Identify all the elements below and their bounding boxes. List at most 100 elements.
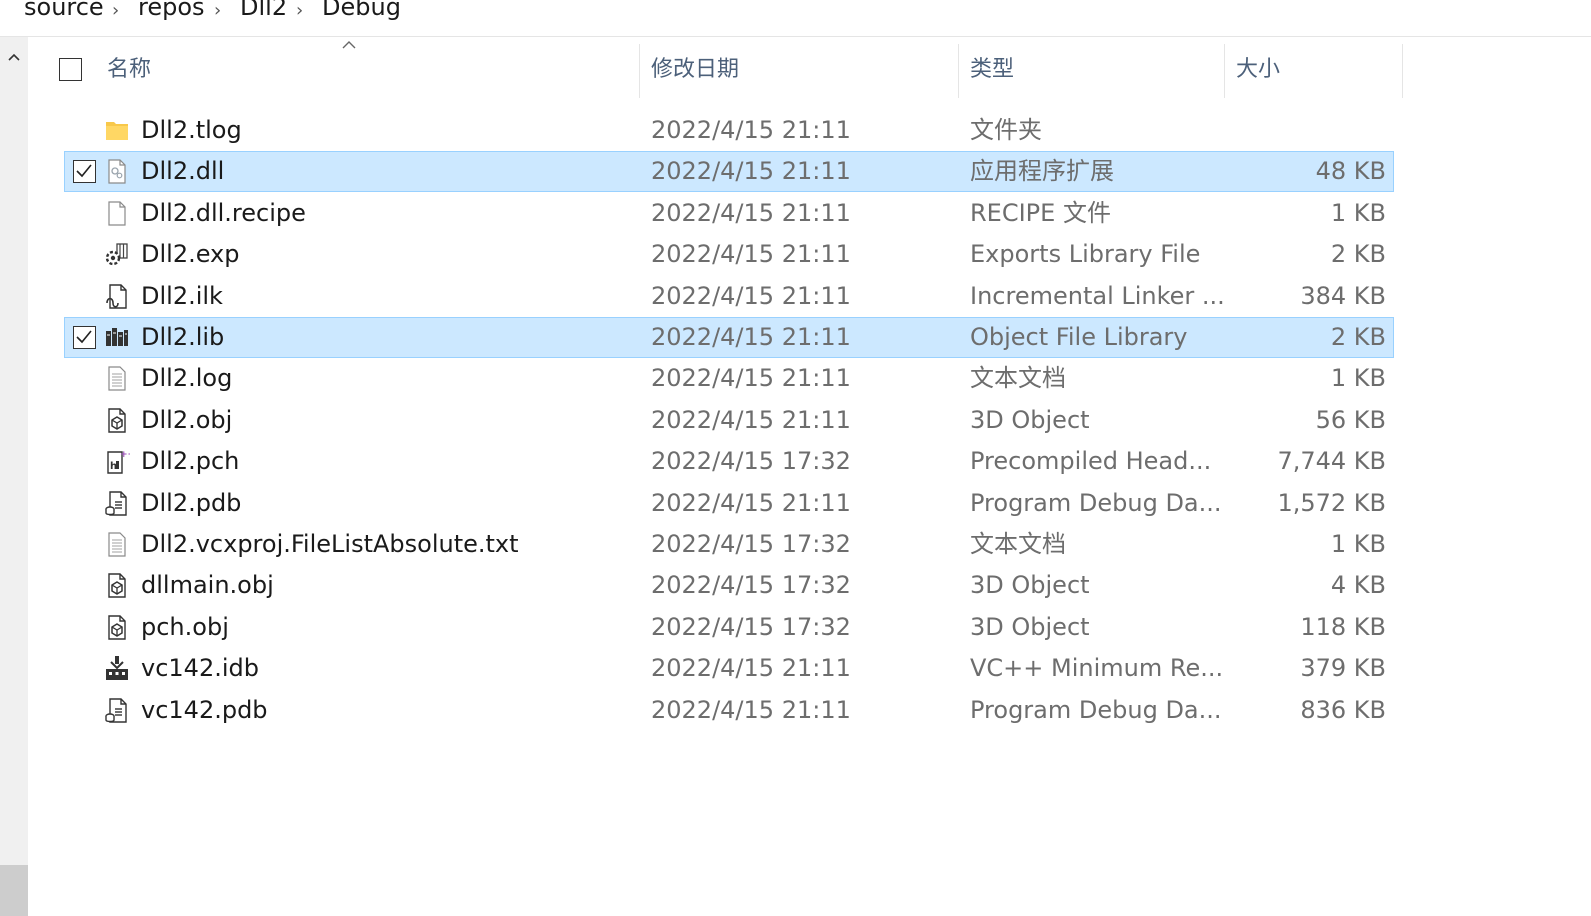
file-row[interactable]: Dll2.log 2022/4/15 21:11 文本文档 1 KB [64, 358, 1394, 399]
file-type: Program Debug Da... [970, 488, 1222, 517]
file-name: Dll2.ilk [141, 281, 223, 310]
file-type: Precompiled Head... [970, 447, 1212, 476]
file-name: Dll2.tlog [141, 116, 242, 144]
file-name: Dll2.pch [141, 447, 240, 476]
breadcrumb-item-dll2[interactable]: Dll2 [240, 0, 287, 22]
file-row[interactable]: Dll2.dll.recipe 2022/4/15 21:11 RECIPE 文件 1… [64, 193, 1394, 234]
rebuild-database-icon [104, 655, 130, 682]
file-date-modified: 2022/4/15 21:11 [651, 157, 851, 186]
file-size: 4 KB [1330, 571, 1386, 600]
debug-database-icon [104, 490, 130, 517]
file-type: Program Debug Da... [970, 695, 1222, 724]
checkmark-icon [76, 330, 92, 344]
file-date-modified: 2022/4/15 21:11 [651, 654, 851, 683]
column-divider[interactable] [1224, 44, 1225, 98]
file-date-modified: 2022/4/15 17:32 [651, 447, 851, 476]
file-type: Exports Library File [970, 240, 1201, 269]
debug-database-icon [104, 697, 130, 724]
library-books-icon [104, 324, 130, 351]
scrollbar-thumb[interactable] [0, 865, 28, 916]
file-name: Dll2.obj [141, 405, 233, 434]
blank-file-icon [104, 200, 130, 227]
column-header-type[interactable]: 类型 [970, 46, 1014, 98]
scroll-up-icon[interactable] [5, 49, 23, 67]
select-all-checkbox[interactable] [59, 58, 82, 81]
text-file-icon [104, 531, 130, 558]
folder-icon [104, 117, 130, 144]
breadcrumb-item-debug[interactable]: Debug [322, 0, 401, 22]
file-name: dllmain.obj [141, 571, 274, 600]
navigation-pane-scrollbar[interactable] [0, 37, 28, 916]
file-row[interactable]: vc142.idb 2022/4/15 21:11 VC++ Minimum Re.… [64, 648, 1394, 689]
file-type: VC++ Minimum Re... [970, 654, 1224, 683]
file-row[interactable]: vc142.pdb 2022/4/15 21:11 Program Debug Da… [64, 690, 1394, 731]
file-row[interactable]: Dll2.obj 2022/4/15 21:11 3D Object 56 KB [64, 400, 1394, 441]
row-checkbox[interactable] [73, 326, 96, 349]
file-type: 文本文档 [970, 364, 1066, 393]
file-name: Dll2.dll [141, 157, 225, 186]
3d-object-icon [104, 572, 130, 599]
file-row[interactable]: Dll2.tlog 2022/4/15 21:11 文件夹 [64, 110, 1394, 151]
breadcrumb-item-source[interactable]: source [24, 0, 104, 22]
svg-text:++: ++ [120, 450, 130, 460]
file-type: 3D Object [970, 571, 1090, 600]
file-size: 1 KB [1330, 198, 1386, 227]
breadcrumb-separator-icon: › [296, 0, 304, 21]
file-name: vc142.idb [141, 654, 259, 683]
file-type: RECIPE 文件 [970, 198, 1111, 227]
3d-object-icon [104, 614, 130, 641]
file-type: 文本文档 [970, 530, 1066, 558]
breadcrumb-item-repos[interactable]: repos [138, 0, 205, 22]
file-row[interactable]: h++ Dll2.pch 2022/4/15 17:32 Precompiled H… [64, 441, 1394, 482]
gear-library-icon [104, 241, 130, 268]
file-name: Dll2.lib [141, 323, 225, 351]
column-divider[interactable] [639, 44, 640, 98]
file-date-modified: 2022/4/15 21:11 [651, 405, 851, 434]
column-divider[interactable] [958, 44, 959, 98]
file-size: 118 KB [1300, 612, 1386, 641]
file-date-modified: 2022/4/15 21:11 [651, 116, 851, 144]
file-row[interactable]: Dll2.lib 2022/4/15 21:11 Object File Libra… [64, 317, 1394, 358]
breadcrumb-separator-icon: › [214, 0, 222, 21]
file-size: 7,744 KB [1277, 447, 1386, 476]
file-type: 3D Object [970, 405, 1090, 434]
sort-ascending-icon [340, 38, 358, 52]
file-date-modified: 2022/4/15 21:11 [651, 364, 851, 393]
3d-object-icon [104, 407, 130, 434]
file-row[interactable]: Dll2.vcxproj.FileListAbsolute.txt 2022/4/… [64, 524, 1394, 565]
file-date-modified: 2022/4/15 21:11 [651, 281, 851, 310]
linker-file-icon [104, 283, 130, 310]
file-size: 56 KB [1315, 405, 1386, 434]
file-name: Dll2.dll.recipe [141, 198, 306, 227]
column-header-size[interactable]: 大小 [1236, 46, 1280, 98]
file-date-modified: 2022/4/15 17:32 [651, 612, 851, 641]
file-size: 48 KB [1315, 157, 1386, 186]
file-row[interactable]: Dll2.pdb 2022/4/15 21:11 Program Debug Da.… [64, 483, 1394, 524]
file-type: 文件夹 [970, 116, 1042, 144]
row-checkbox[interactable] [73, 160, 96, 184]
file-row[interactable]: pch.obj 2022/4/15 17:32 3D Object 118 KB [64, 607, 1394, 648]
breadcrumb: › source › repos › Dll2 › Debug [0, 0, 1591, 37]
column-header-date[interactable]: 修改日期 [651, 46, 739, 98]
file-size: 2 KB [1330, 240, 1386, 269]
file-date-modified: 2022/4/15 17:32 [651, 530, 851, 558]
text-file-icon [104, 365, 130, 392]
file-date-modified: 2022/4/15 21:11 [651, 240, 851, 269]
file-date-modified: 2022/4/15 21:11 [651, 488, 851, 517]
file-size: 379 KB [1300, 654, 1386, 683]
file-size: 1 KB [1330, 364, 1386, 393]
file-row[interactable]: Dll2.exp 2022/4/15 21:11 Exports Library F… [64, 234, 1394, 275]
file-size: 384 KB [1300, 281, 1386, 310]
file-type: Incremental Linker ... [970, 281, 1225, 310]
file-row[interactable]: dllmain.obj 2022/4/15 17:32 3D Object 4 KB [64, 565, 1394, 606]
file-name: Dll2.pdb [141, 488, 242, 517]
column-header-name[interactable]: 名称 [107, 46, 151, 98]
file-type: Object File Library [970, 323, 1188, 351]
file-type: 应用程序扩展 [970, 157, 1114, 186]
breadcrumb-separator-icon: › [112, 0, 120, 21]
file-date-modified: 2022/4/15 21:11 [651, 323, 851, 351]
file-size: 1 KB [1330, 530, 1386, 558]
column-divider[interactable] [1402, 44, 1403, 98]
file-row[interactable]: Dll2.ilk 2022/4/15 21:11 Incremental Linke… [64, 276, 1394, 317]
file-row[interactable]: Dll2.dll 2022/4/15 21:11 应用程序扩展 48 KB [64, 151, 1394, 193]
